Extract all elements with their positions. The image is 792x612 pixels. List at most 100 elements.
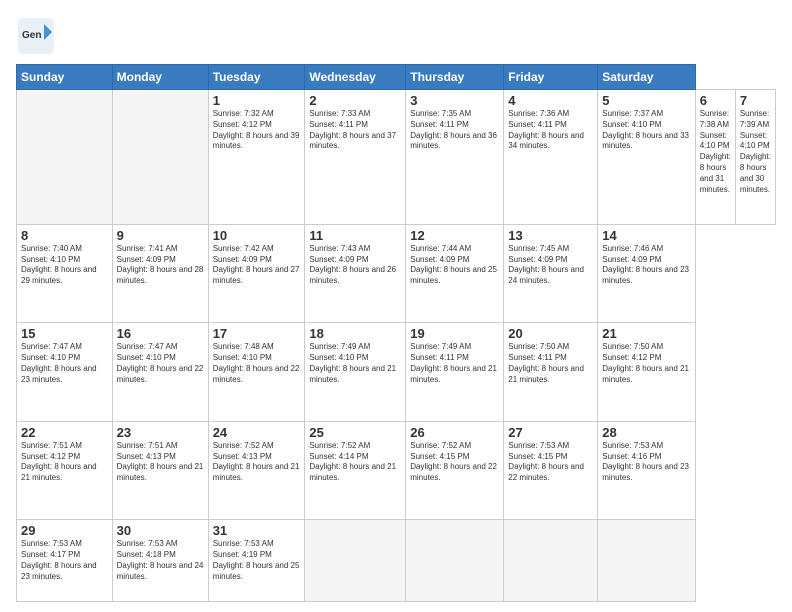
calendar-day <box>406 520 504 602</box>
day-number: 29 <box>21 523 108 538</box>
day-info: Sunrise: 7:35 AM Sunset: 4:11 PM Dayligh… <box>410 109 499 152</box>
day-number: 18 <box>309 326 401 341</box>
day-number: 17 <box>213 326 301 341</box>
day-info: Sunrise: 7:36 AM Sunset: 4:11 PM Dayligh… <box>508 109 593 152</box>
day-number: 20 <box>508 326 593 341</box>
calendar-day: 28 Sunrise: 7:53 AM Sunset: 4:16 PM Dayl… <box>598 421 695 520</box>
day-info: Sunrise: 7:50 AM Sunset: 4:11 PM Dayligh… <box>508 342 593 385</box>
day-info: Sunrise: 7:33 AM Sunset: 4:11 PM Dayligh… <box>309 109 401 152</box>
day-info: Sunrise: 7:52 AM Sunset: 4:15 PM Dayligh… <box>410 441 499 484</box>
calendar-day: 21 Sunrise: 7:50 AM Sunset: 4:12 PM Dayl… <box>598 323 695 422</box>
day-number: 1 <box>213 93 301 108</box>
calendar-day: 2 Sunrise: 7:33 AM Sunset: 4:11 PM Dayli… <box>305 90 406 225</box>
day-info: Sunrise: 7:32 AM Sunset: 4:12 PM Dayligh… <box>213 109 301 152</box>
calendar-day: 6 Sunrise: 7:38 AM Sunset: 4:10 PM Dayli… <box>695 90 735 225</box>
calendar-day: 27 Sunrise: 7:53 AM Sunset: 4:15 PM Dayl… <box>504 421 598 520</box>
day-info: Sunrise: 7:53 AM Sunset: 4:15 PM Dayligh… <box>508 441 593 484</box>
weekday-header: Wednesday <box>305 65 406 90</box>
day-info: Sunrise: 7:51 AM Sunset: 4:13 PM Dayligh… <box>117 441 204 484</box>
day-number: 23 <box>117 425 204 440</box>
day-number: 27 <box>508 425 593 440</box>
day-number: 22 <box>21 425 108 440</box>
day-info: Sunrise: 7:39 AM Sunset: 4:10 PM Dayligh… <box>740 109 771 195</box>
day-info: Sunrise: 7:47 AM Sunset: 4:10 PM Dayligh… <box>21 342 108 385</box>
calendar-week-row: 15 Sunrise: 7:47 AM Sunset: 4:10 PM Dayl… <box>17 323 776 422</box>
day-number: 31 <box>213 523 301 538</box>
day-info: Sunrise: 7:47 AM Sunset: 4:10 PM Dayligh… <box>117 342 204 385</box>
calendar-table: SundayMondayTuesdayWednesdayThursdayFrid… <box>16 64 776 602</box>
day-number: 26 <box>410 425 499 440</box>
calendar-day: 24 Sunrise: 7:52 AM Sunset: 4:13 PM Dayl… <box>208 421 305 520</box>
logo-icon: Gen <box>16 16 56 56</box>
calendar-day: 14 Sunrise: 7:46 AM Sunset: 4:09 PM Dayl… <box>598 224 695 323</box>
calendar-day: 26 Sunrise: 7:52 AM Sunset: 4:15 PM Dayl… <box>406 421 504 520</box>
calendar-day: 23 Sunrise: 7:51 AM Sunset: 4:13 PM Dayl… <box>112 421 208 520</box>
calendar-week-row: 29 Sunrise: 7:53 AM Sunset: 4:17 PM Dayl… <box>17 520 776 602</box>
day-number: 7 <box>740 93 771 108</box>
day-number: 13 <box>508 228 593 243</box>
calendar-day: 17 Sunrise: 7:48 AM Sunset: 4:10 PM Dayl… <box>208 323 305 422</box>
day-number: 4 <box>508 93 593 108</box>
day-info: Sunrise: 7:52 AM Sunset: 4:14 PM Dayligh… <box>309 441 401 484</box>
calendar-day: 25 Sunrise: 7:52 AM Sunset: 4:14 PM Dayl… <box>305 421 406 520</box>
day-number: 19 <box>410 326 499 341</box>
day-number: 2 <box>309 93 401 108</box>
calendar-day: 18 Sunrise: 7:49 AM Sunset: 4:10 PM Dayl… <box>305 323 406 422</box>
day-number: 21 <box>602 326 690 341</box>
calendar-day: 4 Sunrise: 7:36 AM Sunset: 4:11 PM Dayli… <box>504 90 598 225</box>
day-number: 11 <box>309 228 401 243</box>
day-info: Sunrise: 7:42 AM Sunset: 4:09 PM Dayligh… <box>213 244 301 287</box>
day-info: Sunrise: 7:46 AM Sunset: 4:09 PM Dayligh… <box>602 244 690 287</box>
day-number: 10 <box>213 228 301 243</box>
logo: Gen <box>16 16 60 56</box>
calendar-day: 29 Sunrise: 7:53 AM Sunset: 4:17 PM Dayl… <box>17 520 113 602</box>
header: Gen <box>16 16 776 56</box>
day-info: Sunrise: 7:53 AM Sunset: 4:17 PM Dayligh… <box>21 539 108 582</box>
day-number: 3 <box>410 93 499 108</box>
weekday-header: Monday <box>112 65 208 90</box>
day-info: Sunrise: 7:53 AM Sunset: 4:19 PM Dayligh… <box>213 539 301 582</box>
calendar-day: 22 Sunrise: 7:51 AM Sunset: 4:12 PM Dayl… <box>17 421 113 520</box>
day-info: Sunrise: 7:49 AM Sunset: 4:10 PM Dayligh… <box>309 342 401 385</box>
calendar-day: 10 Sunrise: 7:42 AM Sunset: 4:09 PM Dayl… <box>208 224 305 323</box>
weekday-header: Friday <box>504 65 598 90</box>
calendar-day <box>305 520 406 602</box>
day-number: 25 <box>309 425 401 440</box>
day-info: Sunrise: 7:40 AM Sunset: 4:10 PM Dayligh… <box>21 244 108 287</box>
calendar-day: 15 Sunrise: 7:47 AM Sunset: 4:10 PM Dayl… <box>17 323 113 422</box>
calendar-day: 31 Sunrise: 7:53 AM Sunset: 4:19 PM Dayl… <box>208 520 305 602</box>
calendar-day: 20 Sunrise: 7:50 AM Sunset: 4:11 PM Dayl… <box>504 323 598 422</box>
day-info: Sunrise: 7:48 AM Sunset: 4:10 PM Dayligh… <box>213 342 301 385</box>
day-number: 15 <box>21 326 108 341</box>
calendar-day: 8 Sunrise: 7:40 AM Sunset: 4:10 PM Dayli… <box>17 224 113 323</box>
calendar-day: 1 Sunrise: 7:32 AM Sunset: 4:12 PM Dayli… <box>208 90 305 225</box>
day-info: Sunrise: 7:38 AM Sunset: 4:10 PM Dayligh… <box>700 109 731 195</box>
day-info: Sunrise: 7:49 AM Sunset: 4:11 PM Dayligh… <box>410 342 499 385</box>
day-number: 8 <box>21 228 108 243</box>
day-info: Sunrise: 7:45 AM Sunset: 4:09 PM Dayligh… <box>508 244 593 287</box>
day-info: Sunrise: 7:41 AM Sunset: 4:09 PM Dayligh… <box>117 244 204 287</box>
calendar-day <box>598 520 695 602</box>
calendar-day: 13 Sunrise: 7:45 AM Sunset: 4:09 PM Dayl… <box>504 224 598 323</box>
day-number: 12 <box>410 228 499 243</box>
calendar-day <box>112 90 208 225</box>
calendar-day: 3 Sunrise: 7:35 AM Sunset: 4:11 PM Dayli… <box>406 90 504 225</box>
day-info: Sunrise: 7:43 AM Sunset: 4:09 PM Dayligh… <box>309 244 401 287</box>
calendar-day: 19 Sunrise: 7:49 AM Sunset: 4:11 PM Dayl… <box>406 323 504 422</box>
calendar-day: 5 Sunrise: 7:37 AM Sunset: 4:10 PM Dayli… <box>598 90 695 225</box>
day-info: Sunrise: 7:53 AM Sunset: 4:18 PM Dayligh… <box>117 539 204 582</box>
calendar-day: 16 Sunrise: 7:47 AM Sunset: 4:10 PM Dayl… <box>112 323 208 422</box>
calendar-day: 11 Sunrise: 7:43 AM Sunset: 4:09 PM Dayl… <box>305 224 406 323</box>
calendar-day: 7 Sunrise: 7:39 AM Sunset: 4:10 PM Dayli… <box>735 90 775 225</box>
calendar-day: 12 Sunrise: 7:44 AM Sunset: 4:09 PM Dayl… <box>406 224 504 323</box>
header-row: SundayMondayTuesdayWednesdayThursdayFrid… <box>17 65 776 90</box>
day-number: 14 <box>602 228 690 243</box>
calendar-week-row: 1 Sunrise: 7:32 AM Sunset: 4:12 PM Dayli… <box>17 90 776 225</box>
weekday-header: Tuesday <box>208 65 305 90</box>
calendar-day <box>504 520 598 602</box>
day-number: 30 <box>117 523 204 538</box>
day-info: Sunrise: 7:50 AM Sunset: 4:12 PM Dayligh… <box>602 342 690 385</box>
day-info: Sunrise: 7:44 AM Sunset: 4:09 PM Dayligh… <box>410 244 499 287</box>
day-info: Sunrise: 7:37 AM Sunset: 4:10 PM Dayligh… <box>602 109 690 152</box>
day-info: Sunrise: 7:53 AM Sunset: 4:16 PM Dayligh… <box>602 441 690 484</box>
